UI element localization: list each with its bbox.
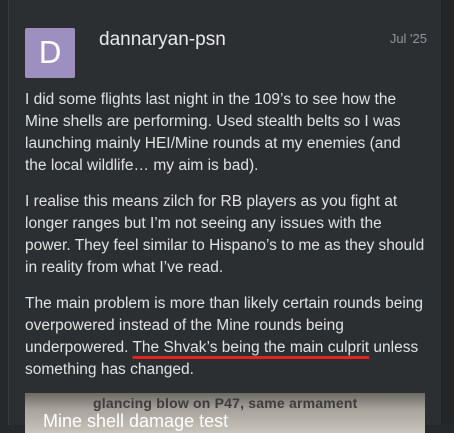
forum-post: D dannaryan-psn Jul '25 I did some fligh… — [8, 0, 442, 433]
post-paragraph-2: I realise this means zilch for RB player… — [25, 193, 425, 276]
embedded-image[interactable]: glancing blow on P47, same armament Mine… — [25, 393, 425, 433]
post-paragraph-3: The main problem is more than likely cer… — [25, 293, 425, 381]
image-title: Mine shell damage test — [43, 411, 229, 431]
underlined-highlight: The Shvak’s being the main culprit — [132, 339, 370, 356]
username-link[interactable]: dannaryan-psn — [99, 29, 226, 51]
avatar-letter: D — [38, 35, 62, 71]
avatar[interactable]: D — [25, 28, 75, 78]
post-body: I did some flights last night in the 109… — [25, 89, 425, 395]
post-paragraph-1: I did some flights last night in the 109… — [25, 91, 401, 174]
post-date[interactable]: Jul '25 — [390, 31, 427, 46]
page-edge — [441, 0, 454, 425]
image-caption: glancing blow on P47, same armament — [93, 395, 358, 411]
